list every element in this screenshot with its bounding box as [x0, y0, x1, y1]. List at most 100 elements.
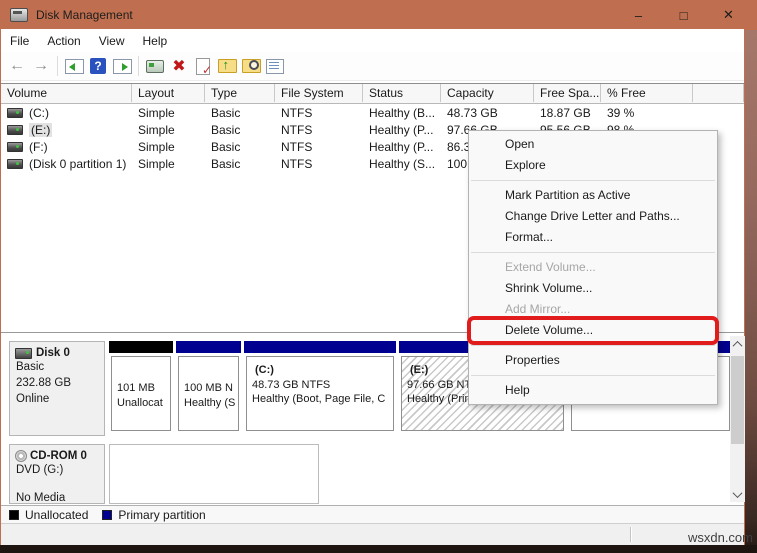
- cell: Simple: [132, 105, 205, 122]
- partition-system[interactable]: 100 MB N Healthy (S: [176, 341, 241, 434]
- action-pane-icon: [113, 59, 132, 74]
- maximize-icon: □: [680, 8, 688, 23]
- cell: Simple: [132, 156, 205, 173]
- legend-swatch: [102, 510, 112, 520]
- cell: Healthy (P...: [363, 139, 441, 156]
- cell: Simple: [132, 139, 205, 156]
- console-tree-icon: [65, 59, 84, 74]
- help-button[interactable]: [86, 54, 110, 78]
- column-header-free[interactable]: % Free: [601, 84, 693, 102]
- cell: Basic: [205, 156, 275, 173]
- cell: NTFS: [275, 105, 363, 122]
- cell: Basic: [205, 105, 275, 122]
- cdrom-drive: DVD (G:): [10, 462, 104, 478]
- remote-button[interactable]: [143, 54, 167, 78]
- minimize-button[interactable]: –: [616, 0, 661, 30]
- volume-icon: [7, 108, 23, 118]
- back-button[interactable]: [5, 54, 29, 78]
- forward-button[interactable]: [29, 54, 53, 78]
- cell: 48.73 GB: [441, 105, 534, 122]
- menu-item-change-drive-letter-and-paths[interactable]: Change Drive Letter and Paths...: [469, 206, 717, 227]
- menu-file[interactable]: File: [1, 31, 38, 51]
- folder-find-button[interactable]: [239, 54, 263, 78]
- menu-item-help[interactable]: Help: [469, 380, 717, 401]
- menu-item-format[interactable]: Format...: [469, 227, 717, 248]
- menu-item-properties[interactable]: Properties: [469, 350, 717, 371]
- column-header-capacity[interactable]: Capacity: [441, 84, 534, 102]
- maximize-button[interactable]: □: [661, 0, 706, 30]
- menu-item-explore[interactable]: Explore: [469, 155, 717, 176]
- volume-list-header: VolumeLayoutTypeFile SystemStatusCapacit…: [1, 84, 744, 104]
- volume-icon: [7, 159, 23, 169]
- screenshot-bottom-border: [0, 545, 757, 553]
- partition-size: 100 MB N: [179, 381, 238, 396]
- volume-icon: [7, 142, 23, 152]
- legend-label: Primary partition: [118, 508, 205, 522]
- cdrom-media: No Media: [10, 490, 104, 506]
- column-header-blank[interactable]: [693, 84, 744, 102]
- graph-scrollbar[interactable]: [730, 336, 745, 502]
- forward-icon: [33, 57, 49, 75]
- cell: Healthy (S...: [363, 156, 441, 173]
- cdrom-panel[interactable]: CD-ROM 0 DVD (G:) No Media: [9, 444, 105, 504]
- action-pane-button[interactable]: [110, 54, 134, 78]
- partition-label: (C:): [247, 363, 393, 378]
- legend-label: Unallocated: [25, 508, 88, 522]
- scroll-down-button[interactable]: [730, 486, 745, 502]
- menu-help[interactable]: Help: [134, 31, 177, 51]
- menu-item-mark-partition-as-active[interactable]: Mark Partition as Active: [469, 185, 717, 206]
- folder-up-button[interactable]: [215, 54, 239, 78]
- column-header-type[interactable]: Type: [205, 84, 275, 102]
- partition-c[interactable]: (C:) 48.73 GB NTFS Healthy (Boot, Page F…: [244, 341, 396, 434]
- partition-status: Unallocat: [112, 396, 170, 411]
- checklist-button[interactable]: [263, 54, 287, 78]
- cell: Basic: [205, 122, 275, 139]
- column-header-free-spa[interactable]: Free Spa...: [534, 84, 601, 102]
- disk0-kind: Basic: [10, 359, 104, 375]
- cdrom-media-region[interactable]: [109, 444, 319, 504]
- scroll-up-button[interactable]: [730, 336, 745, 352]
- partition-unallocated[interactable]: 101 MB Unallocat: [109, 341, 173, 434]
- disk0-panel[interactable]: Disk 0 Basic 232.88 GB Online: [9, 341, 105, 436]
- volume-cell: (Disk 0 partition 1): [1, 156, 132, 173]
- check-doc-button[interactable]: [191, 54, 215, 78]
- partition-size: 48.73 GB NTFS: [247, 378, 393, 393]
- menu-item-open[interactable]: Open: [469, 134, 717, 155]
- partition-color-bar: [244, 341, 396, 353]
- cell: Simple: [132, 122, 205, 139]
- cell: Basic: [205, 139, 275, 156]
- column-header-status[interactable]: Status: [363, 84, 441, 102]
- cell: 39 %: [601, 105, 693, 122]
- volume-label: (Disk 0 partition 1): [29, 157, 126, 171]
- disk-management-app-icon: [10, 8, 28, 22]
- delete-x-button[interactable]: [167, 54, 191, 78]
- column-header-volume[interactable]: Volume: [1, 84, 132, 102]
- legend-bar: Unallocated Primary partition: [1, 505, 744, 523]
- scrollbar-thumb[interactable]: [731, 356, 744, 444]
- chevron-down-icon: [733, 488, 743, 498]
- close-icon: ✕: [723, 7, 734, 23]
- disk0-title: Disk 0: [10, 342, 104, 359]
- context-menu: OpenExplore Mark Partition as ActiveChang…: [468, 130, 718, 405]
- help-icon: [90, 58, 106, 74]
- status-bar: [1, 523, 744, 545]
- volume-icon: [7, 125, 23, 135]
- status-bar-divider: [630, 527, 632, 542]
- console-tree-button[interactable]: [62, 54, 86, 78]
- menu-action[interactable]: Action: [38, 31, 89, 51]
- partition-size: 101 MB: [112, 381, 170, 396]
- table-row[interactable]: (C:)SimpleBasicNTFSHealthy (B...48.73 GB…: [1, 105, 744, 122]
- close-button[interactable]: ✕: [706, 0, 751, 30]
- menu-separator: [469, 371, 717, 380]
- cd-icon: [15, 450, 27, 462]
- column-header-layout[interactable]: Layout: [132, 84, 205, 102]
- partition-status: Healthy (Boot, Page File, C: [247, 392, 393, 407]
- cell: NTFS: [275, 122, 363, 139]
- disk0-name: Disk 0: [36, 347, 70, 359]
- menu-item-delete-volume[interactable]: Delete Volume...: [471, 320, 715, 341]
- menu-view[interactable]: View: [90, 31, 134, 51]
- cell: NTFS: [275, 139, 363, 156]
- menu-separator: [469, 341, 717, 350]
- column-header-file-system[interactable]: File System: [275, 84, 363, 102]
- menu-item-shrink-volume[interactable]: Shrink Volume...: [469, 278, 717, 299]
